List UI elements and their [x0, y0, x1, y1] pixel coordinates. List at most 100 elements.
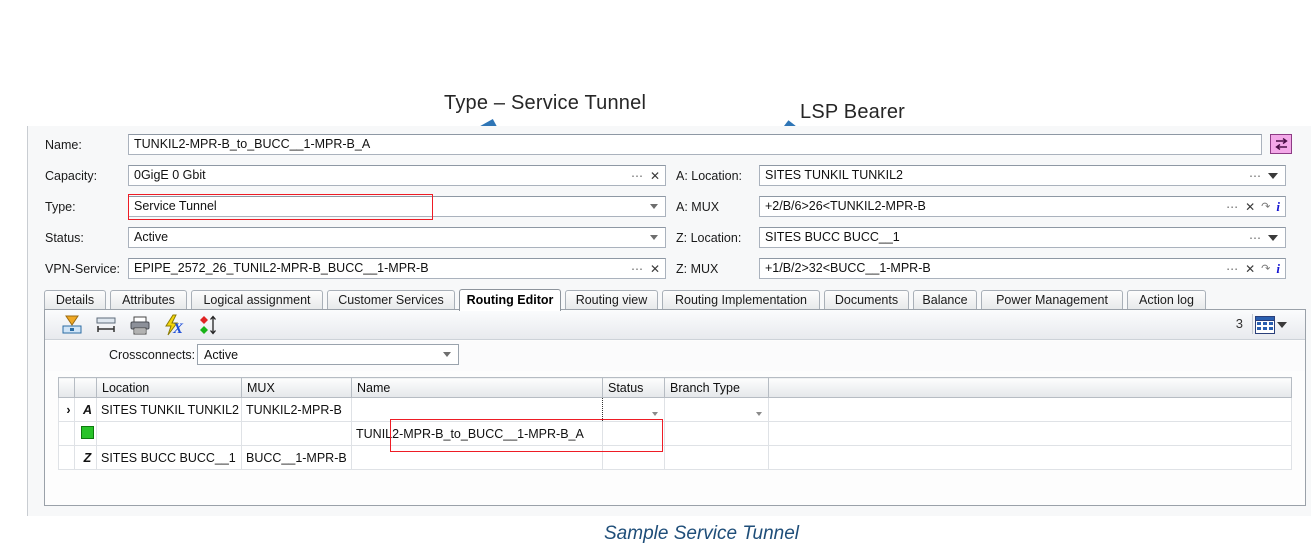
row-selector[interactable]: [58, 445, 75, 470]
tab-action-log[interactable]: Action log: [1127, 290, 1206, 310]
chevron-down-icon[interactable]: [756, 411, 762, 416]
name-input[interactable]: TUNKIL2-MPR-B_to_BUCC__1-MPR-B_A: [128, 134, 1262, 155]
ellipsis-icon[interactable]: ⋯: [1226, 201, 1239, 213]
status-select[interactable]: Active: [128, 227, 666, 248]
chevron-down-icon[interactable]: [652, 411, 658, 416]
col-location[interactable]: Location: [96, 377, 242, 398]
tab-routing-editor[interactable]: Routing Editor: [459, 289, 561, 311]
row-selector[interactable]: [58, 421, 75, 446]
tab-routing-view[interactable]: Routing view: [565, 290, 658, 310]
col-mux[interactable]: MUX: [241, 377, 352, 398]
capacity-input-value: 0GigE 0 Gbit: [134, 168, 206, 182]
ellipsis-icon[interactable]: ⋯: [1249, 170, 1262, 182]
cell-branch-type[interactable]: [664, 421, 769, 446]
open-link-icon[interactable]: ↷: [1261, 200, 1270, 213]
chevron-down-icon[interactable]: [1268, 234, 1278, 241]
col-name[interactable]: Name: [351, 377, 603, 398]
z-location-adornments: ⋯: [1249, 232, 1285, 244]
routing-editor-panel: X 3 Crossconnects: Active Location MUX N…: [44, 309, 1306, 506]
cell-location[interactable]: SITES TUNKIL TUNKIL2: [96, 397, 242, 422]
a-mux-input[interactable]: +2/B/6>26<TUNKIL2-MPR-B ⋯ ✕ ↷ i: [759, 196, 1286, 217]
info-icon[interactable]: i: [1276, 199, 1280, 215]
chevron-down-icon[interactable]: [650, 204, 658, 209]
callout-type-service-tunnel: Type – Service Tunnel: [444, 92, 647, 114]
cell-location[interactable]: SITES BUCC BUCC__1: [96, 445, 242, 470]
ellipsis-icon[interactable]: ⋯: [1249, 232, 1262, 244]
grid-layout-button[interactable]: [1255, 315, 1289, 335]
vpn-service-input[interactable]: EPIPE_2572_26_TUNIL2-MPR-B_BUCC__1-MPR-B…: [128, 258, 666, 279]
tab-attributes[interactable]: Attributes: [110, 290, 187, 310]
tab-documents[interactable]: Documents: [824, 290, 909, 310]
clear-icon[interactable]: ✕: [1245, 262, 1255, 276]
ellipsis-icon[interactable]: ⋯: [631, 263, 644, 275]
cell-status[interactable]: [602, 445, 665, 470]
status-select-value: Active: [134, 230, 169, 244]
cell-mux[interactable]: BUCC__1-MPR-B: [241, 445, 352, 470]
cell-branch-type[interactable]: [664, 397, 769, 422]
cell-name-editing[interactable]: [351, 397, 603, 422]
type-select[interactable]: Service Tunnel: [128, 196, 666, 217]
z-location-select[interactable]: SITES BUCC BUCC__1 ⋯: [759, 227, 1286, 248]
cell-mux[interactable]: [241, 421, 352, 446]
cell-mux[interactable]: TUNKIL2-MPR-B: [241, 397, 352, 422]
a-location-value: SITES TUNKIL TUNKIL2: [765, 168, 904, 182]
cell-name-lsp-bearer[interactable]: TUNIL2-MPR-B_to_BUCC__1-MPR-B_A: [351, 421, 603, 446]
chevron-down-icon[interactable]: [443, 352, 451, 357]
z-mux-input[interactable]: +1/B/2>32<BUCC__1-MPR-B ⋯ ✕ ↷ i: [759, 258, 1286, 279]
swap-a-z-button[interactable]: [1270, 134, 1292, 154]
chevron-down-icon[interactable]: [1268, 172, 1278, 179]
tab-customer-services[interactable]: Customer Services: [327, 290, 455, 310]
table-row[interactable]: › A SITES TUNKIL TUNKIL2 TUNKIL2-MPR-B: [58, 397, 1292, 422]
swap-arrows-icon: [1274, 138, 1288, 150]
field-label-a-mux: A: MUX: [676, 200, 720, 214]
cell-status[interactable]: [602, 397, 665, 422]
tab-routing-implementation[interactable]: Routing Implementation: [662, 290, 820, 310]
chevron-down-icon[interactable]: [650, 235, 658, 240]
capacity-input[interactable]: 0GigE 0 Gbit ⋯ ✕: [128, 165, 666, 186]
z-mux-value: +1/B/2>32<BUCC__1-MPR-B: [765, 261, 931, 275]
table-row[interactable]: TUNIL2-MPR-B_to_BUCC__1-MPR-B_A: [58, 421, 1292, 446]
tab-balance[interactable]: Balance: [913, 290, 977, 310]
updown-sort-icon[interactable]: [197, 314, 219, 336]
cell-spacer: [768, 445, 1292, 470]
tab-power-management[interactable]: Power Management: [981, 290, 1123, 310]
record-count: 3: [1235, 316, 1243, 331]
cell-location[interactable]: [96, 421, 242, 446]
field-label-z-mux: Z: MUX: [676, 262, 719, 276]
type-adornments: [650, 204, 665, 209]
cell-status[interactable]: [602, 421, 665, 446]
col-gutter[interactable]: [58, 377, 75, 398]
cell-spacer: [768, 397, 1292, 422]
callout-lsp-bearer: LSP Bearer: [800, 101, 906, 123]
print-icon[interactable]: [129, 314, 151, 336]
service-details-form: Name: Capacity: Type: Status: VPN-Servic…: [28, 126, 1311, 281]
autoroute-icon[interactable]: X: [163, 314, 185, 337]
clear-icon[interactable]: ✕: [650, 262, 660, 276]
col-branch-type[interactable]: Branch Type: [664, 377, 769, 398]
crossconnects-select-value: Active: [204, 347, 239, 362]
type-select-value: Service Tunnel: [134, 199, 217, 213]
col-status[interactable]: Status: [602, 377, 665, 398]
chevron-down-icon[interactable]: [1277, 322, 1287, 328]
field-label-type: Type:: [45, 200, 76, 214]
a-location-select[interactable]: SITES TUNKIL TUNKIL2 ⋯: [759, 165, 1286, 186]
ellipsis-icon[interactable]: ⋯: [631, 170, 644, 182]
clear-icon[interactable]: ✕: [1245, 200, 1255, 214]
a-mux-adornments: ⋯ ✕ ↷ i: [1226, 199, 1285, 215]
table-row[interactable]: Z SITES BUCC BUCC__1 BUCC__1-MPR-B: [58, 445, 1292, 470]
cell-name[interactable]: [351, 445, 603, 470]
field-label-a-location: A: Location:: [676, 169, 743, 183]
crossconnects-select[interactable]: Active: [197, 344, 459, 365]
clear-icon[interactable]: ✕: [650, 169, 660, 183]
col-az[interactable]: [74, 377, 97, 398]
tab-logical-assignment[interactable]: Logical assignment: [191, 290, 323, 310]
tab-details[interactable]: Details: [44, 290, 106, 310]
a-mux-value: +2/B/6>26<TUNKIL2-MPR-B: [765, 199, 926, 213]
ellipsis-icon[interactable]: ⋯: [1226, 263, 1239, 275]
open-link-icon[interactable]: ↷: [1261, 262, 1270, 275]
info-icon[interactable]: i: [1276, 261, 1280, 277]
cell-branch-type[interactable]: [664, 445, 769, 470]
insert-crossconnect-icon[interactable]: [61, 314, 83, 336]
measure-icon[interactable]: [95, 314, 117, 336]
row-selector[interactable]: ›: [58, 397, 75, 422]
